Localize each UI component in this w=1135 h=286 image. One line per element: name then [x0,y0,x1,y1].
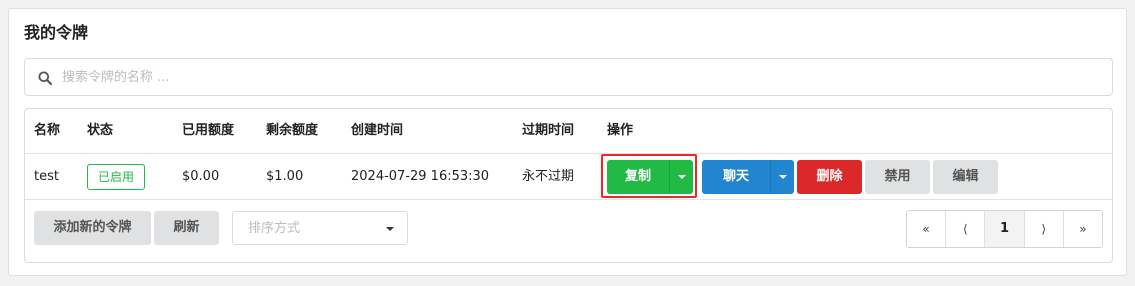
page-current[interactable]: 1 [985,211,1025,247]
add-token-button[interactable]: 添加新的令牌 [34,211,151,245]
chat-button[interactable]: 聊天 [702,160,794,194]
copy-button[interactable]: 复制 [607,160,693,194]
table-header: 名称 状态 已用额度 剩余额度 创建时间 过期时间 操作 [25,109,1112,154]
header-created: 创建时间 [351,123,404,138]
table-footer: 添加新的令牌 刷新 排序方式 « ⟨ 1 ⟩ » [25,200,1112,262]
cell-created: 2024-07-29 16:53:30 [351,169,490,184]
delete-button[interactable]: 删除 [797,160,862,194]
copy-dropdown-toggle[interactable] [669,160,693,194]
chevron-down-icon [678,175,686,179]
table-row: test 已启用 $0.00 $1.00 2024-07-29 16:53:30… [25,154,1112,200]
chevron-down-icon [386,227,394,231]
page-next-button[interactable]: ⟩ [1025,211,1064,247]
chat-dropdown-toggle[interactable] [770,160,794,194]
edit-button[interactable]: 编辑 [933,160,998,194]
header-used: 已用额度 [182,123,235,138]
chevron-down-icon [779,175,787,179]
tokens-card: 我的令牌 搜索令牌的名称 ... 名称 状态 已用额度 剩余额度 创建时间 过期… [8,8,1127,276]
header-expires: 过期时间 [522,123,575,138]
sort-placeholder: 排序方式 [248,221,301,236]
page-prev-button[interactable]: ⟨ [946,211,986,247]
cell-name: test [34,169,59,184]
status-badge: 已启用 [87,164,145,190]
disable-button[interactable]: 禁用 [865,160,930,194]
page-first-button[interactable]: « [907,211,947,247]
header-actions: 操作 [607,123,634,138]
cell-expires: 永不过期 [522,169,575,184]
header-status: 状态 [87,123,114,138]
refresh-button[interactable]: 刷新 [154,211,219,245]
page-last-button[interactable]: » [1064,211,1102,247]
header-name: 名称 [34,123,61,138]
copy-label: 复制 [624,169,651,184]
pagination: « ⟨ 1 ⟩ » [906,210,1103,248]
cell-used: $0.00 [182,169,220,184]
search-placeholder: 搜索令牌的名称 ... [62,70,170,85]
cell-remaining: $1.00 [266,169,304,184]
tokens-table: 名称 状态 已用额度 剩余额度 创建时间 过期时间 操作 test 已启用 $0… [24,108,1113,263]
search-input[interactable]: 搜索令牌的名称 ... [24,58,1113,96]
chat-label: 聊天 [722,169,749,184]
sort-select[interactable]: 排序方式 [232,211,408,245]
header-remaining: 剩余额度 [266,123,319,138]
search-icon [38,70,52,85]
page-title: 我的令牌 [24,23,89,42]
